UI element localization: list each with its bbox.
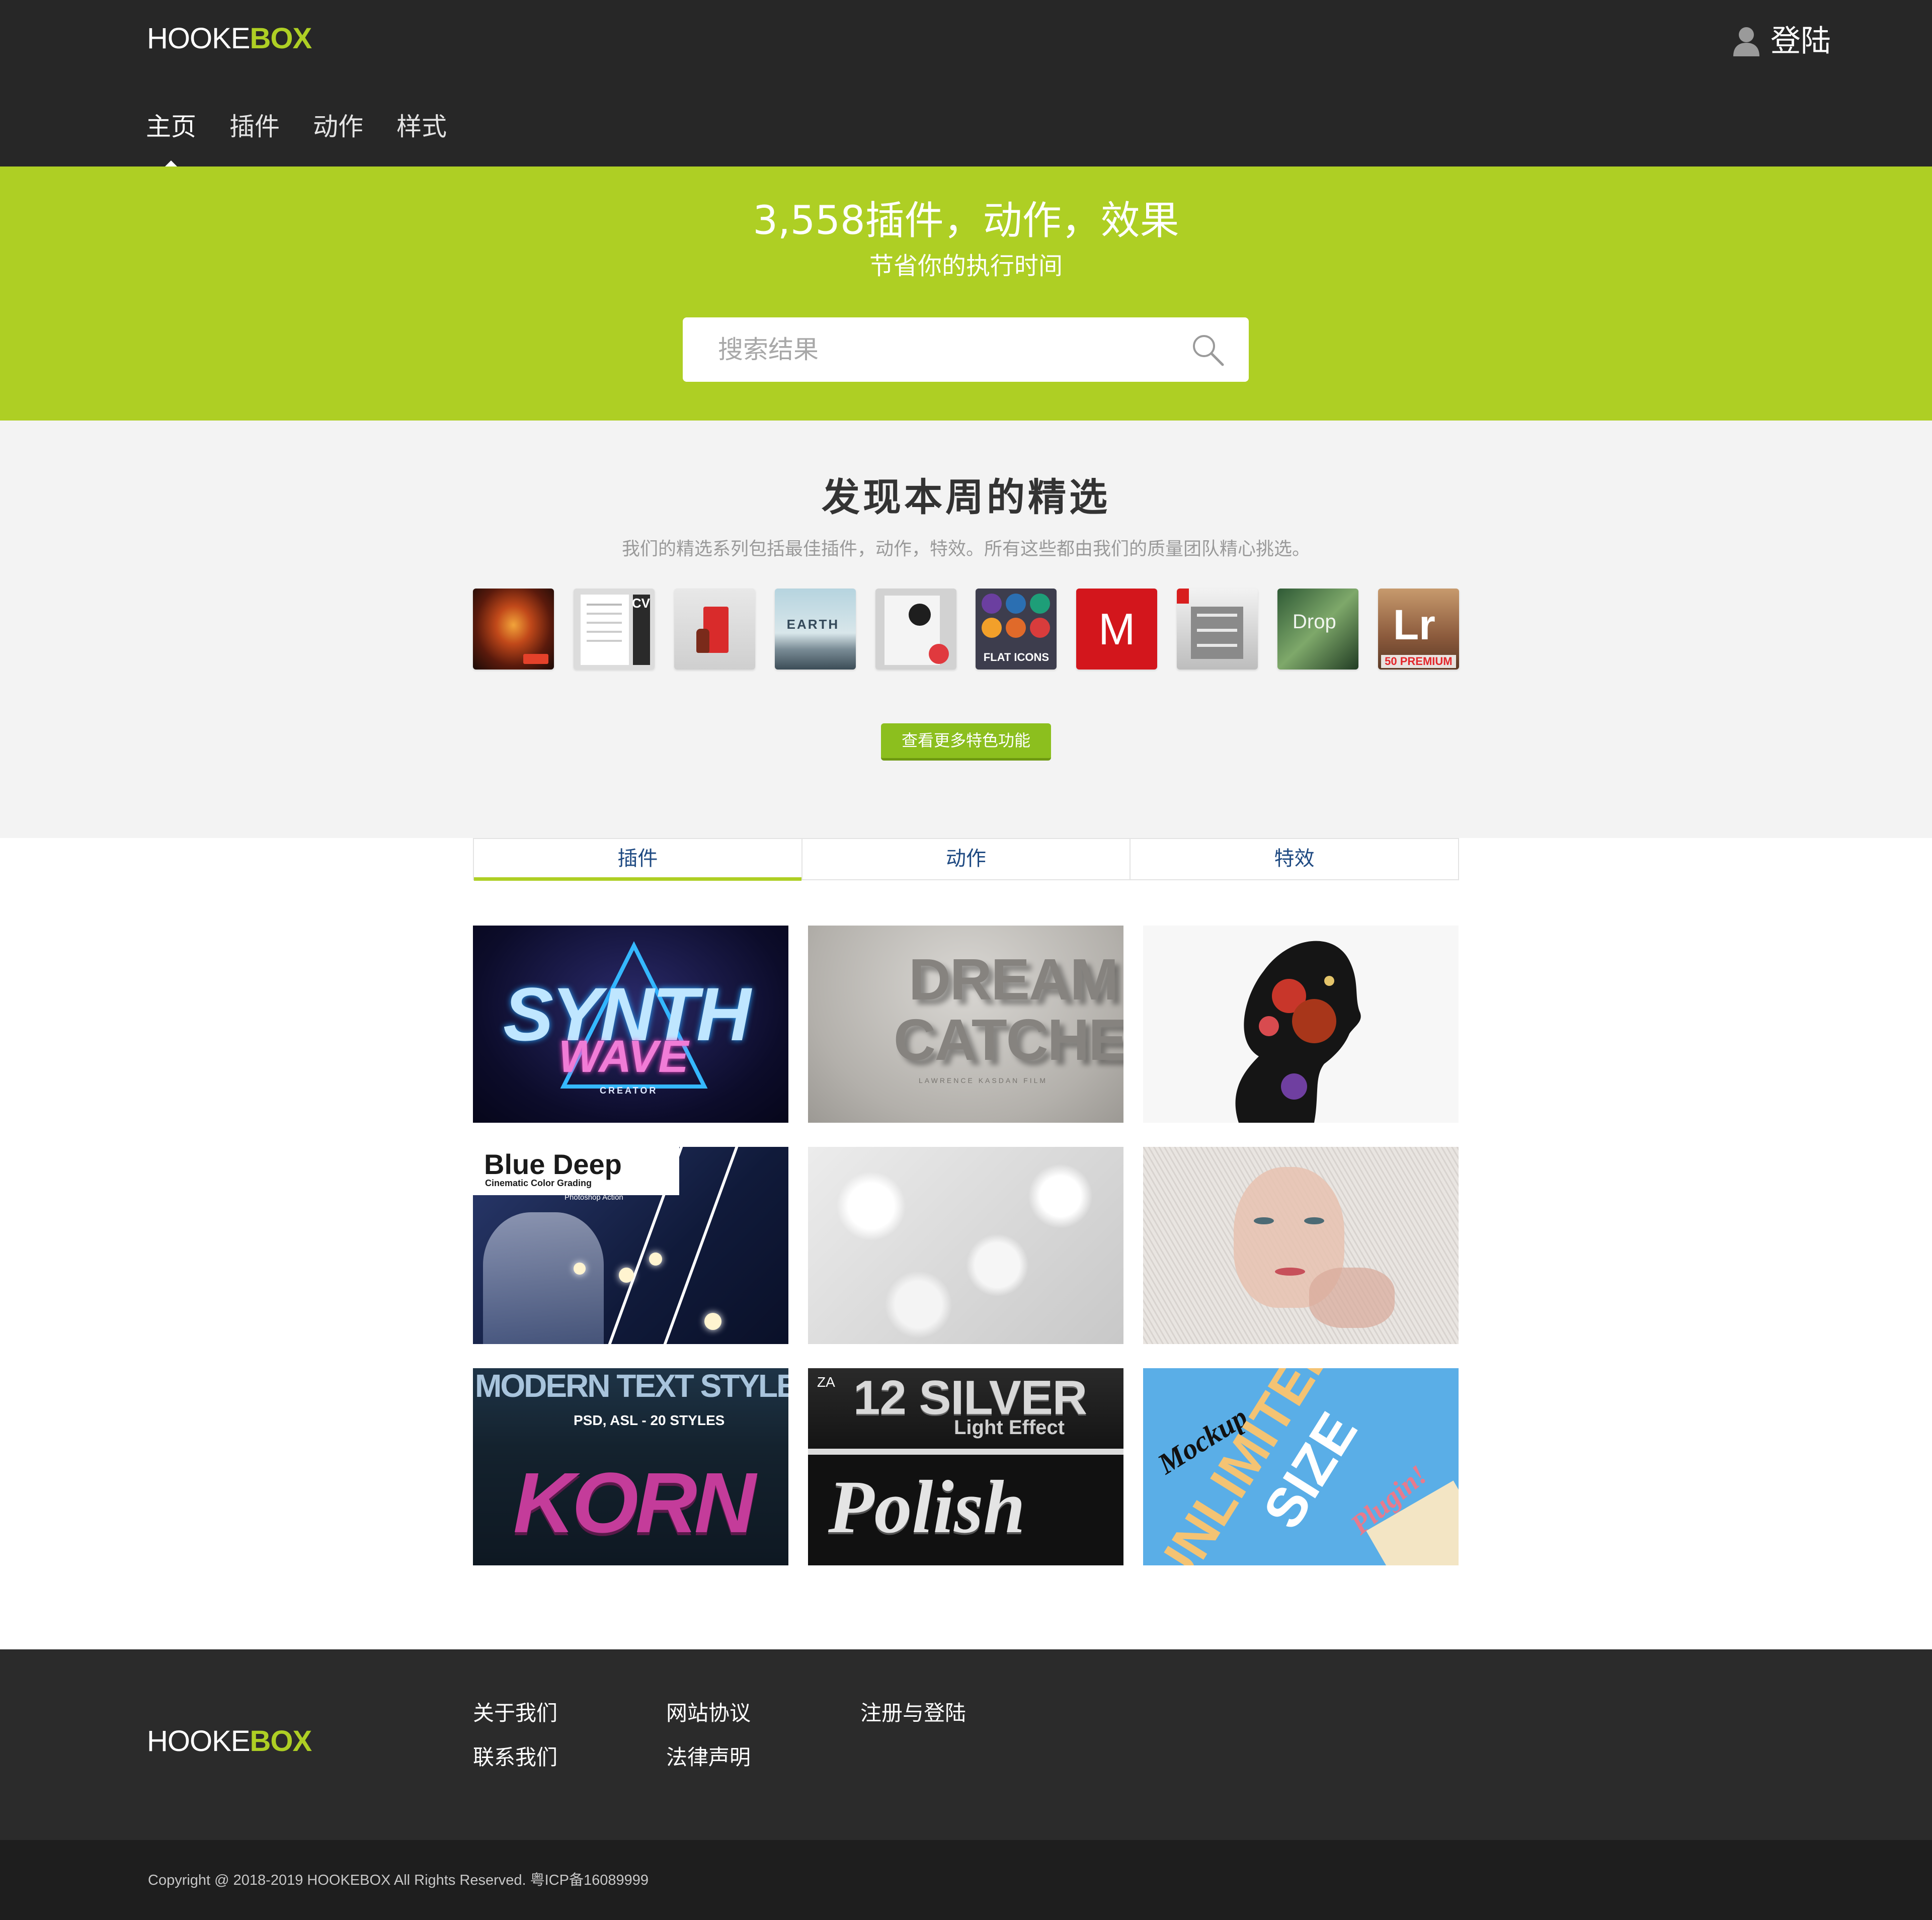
synthwave-sub: WAVE [558,1032,689,1082]
top-header: HOOKEBOX 登陆 主页 插件 动作 样式 [0,0,1932,166]
tab-actions[interactable]: 动作 [802,839,1131,879]
footer-link-register-login[interactable]: 注册与登陆 [860,1700,966,1727]
footer-link-contact[interactable]: 联系我们 [473,1744,557,1771]
tab-effects[interactable]: 特效 [1131,839,1458,879]
blue-deep-small: Photoshop Action [565,1193,623,1202]
lr-label: Lr [1393,601,1435,648]
drop-label: Drop [1293,611,1336,633]
user-icon [1733,27,1759,56]
product-card-synthwave[interactable]: SYNTH WAVE CREATOR [473,926,788,1123]
product-card-dream-catcher[interactable]: DREAM CATCHER LAWRENCE KASDAN FILM [808,926,1123,1123]
footer-logo-prefix: HOOKE [147,1725,250,1758]
featured-thumb-red-m[interactable]: M [1076,589,1158,670]
modern-title: MODERN TEXT STYLES V18 [475,1368,788,1404]
footer-link-legal[interactable]: 法律声明 [666,1744,751,1771]
footer-link-agreement[interactable]: 网站协议 [666,1700,751,1727]
featured-thumb-flat-icons[interactable]: FLAT ICONS [976,589,1057,670]
featured-thumb-lightroom[interactable]: Lr 50 PREMIUM [1378,589,1459,670]
featured-thumb-stationery[interactable] [875,589,956,670]
copyright-text: Copyright @ 2018-2019 HOOKEBOX All Right… [148,1872,649,1888]
logo-accent: BOX [250,22,312,55]
featured-thumb-bottle-mockup[interactable] [674,589,755,670]
nav-item-home[interactable]: 主页 [146,112,196,142]
product-card-modern-text[interactable]: MODERN TEXT STYLES V18 PSD, ASL - 20 STY… [473,1368,788,1565]
hero-subtitle: 节省你的执行时间 [869,252,1063,280]
category-tabs: 插件 动作 特效 [473,838,1459,881]
logo[interactable]: HOOKEBOX [147,22,312,55]
featured-title: 发现本周的精选 [822,475,1110,520]
product-card-sketch-portrait[interactable] [1143,1147,1459,1344]
main-nav: 主页 插件 动作 样式 [146,112,447,142]
dream-sub: CATCHER [894,1007,1123,1072]
more-features-button[interactable]: 查看更多特色功能 [881,723,1051,761]
tab-plugins[interactable]: 插件 [474,839,802,881]
logo-prefix: HOOKE [147,22,250,55]
product-grid: SYNTH WAVE CREATOR DREAM CATCHER LAWRENC… [473,926,1459,1565]
blue-deep-title: Blue Deep [484,1148,622,1180]
footer-link-about[interactable]: 关于我们 [473,1700,557,1727]
modern-sub: PSD, ASL - 20 STYLES [574,1412,725,1428]
search-input[interactable] [718,329,1171,370]
nav-item-actions[interactable]: 动作 [313,112,363,142]
nav-item-styles[interactable]: 样式 [396,112,447,142]
featured-thumb-cv[interactable]: CV [573,589,655,670]
featured-section: 发现本周的精选 我们的精选系列包括最佳插件，动作，特效。所有这些都由我们的质量团… [0,421,1932,838]
featured-thumbnails: CV EARTH FLAT ICONS M Drop Lr 50 PREMIUM [473,589,1459,670]
login-label: 登陆 [1770,24,1831,59]
nav-item-plugins[interactable]: 插件 [229,112,280,142]
search-box [683,317,1249,382]
cv-label: CV [631,596,650,611]
silver-corner: ZA [817,1374,835,1390]
featured-thumb-building[interactable] [1177,589,1258,670]
hero-banner: 3,558插件，动作，效果 节省你的执行时间 [0,166,1932,421]
page: HOOKEBOX 登陆 主页 插件 动作 样式 3,558插件，动作，效果 节省… [0,0,1932,1920]
portrait-silhouette [1235,941,1361,1123]
synthwave-small: CREATOR [600,1086,658,1096]
footer: HOOKEBOX 关于我们 网站协议 注册与登陆 联系我们 法律声明 [0,1649,1932,1840]
product-card-unlimited-size[interactable]: Mockup UNLIMITED SIZE Plugin! [1143,1368,1459,1565]
dream-small: LAWRENCE KASDAN FILM [919,1076,1048,1084]
red-m-label: M [1098,604,1136,654]
dream-title: DREAM [909,947,1118,1012]
featured-thumb-fire-wings[interactable] [473,589,554,670]
silver-sub: Light Effect [954,1416,1065,1439]
hero-title: 3,558插件，动作，效果 [753,198,1179,243]
search-icon[interactable] [1190,332,1225,367]
silver-small: Polish [828,1465,1025,1549]
featured-description: 我们的精选系列包括最佳插件，动作，特效。所有这些都由我们的质量团队精心挑选。 [621,539,1310,559]
product-card-white-texture[interactable] [808,1147,1123,1344]
lr-sub-label: 50 PREMIUM [1381,655,1456,668]
product-card-silver-effect[interactable]: ZA 12 SILVER Light Effect Polish [808,1368,1123,1565]
modern-small: KORN [513,1455,756,1551]
featured-thumb-earth[interactable]: EARTH [774,589,856,670]
earth-label: EARTH [786,617,840,632]
product-card-double-exposure[interactable] [1143,926,1459,1123]
product-card-blue-deep[interactable]: Blue Deep Cinematic Color Grading Photos… [473,1147,788,1344]
featured-thumb-drop[interactable]: Drop [1277,589,1358,670]
login-button[interactable]: 登陆 [1732,23,1831,59]
blue-deep-sub: Cinematic Color Grading [485,1178,592,1188]
flat-icons-label: FLAT ICONS [983,651,1050,663]
footer-logo[interactable]: HOOKEBOX [147,1725,312,1758]
footer-logo-accent: BOX [250,1725,312,1758]
copyright-bar: Copyright @ 2018-2019 HOOKEBOX All Right… [0,1840,1932,1920]
